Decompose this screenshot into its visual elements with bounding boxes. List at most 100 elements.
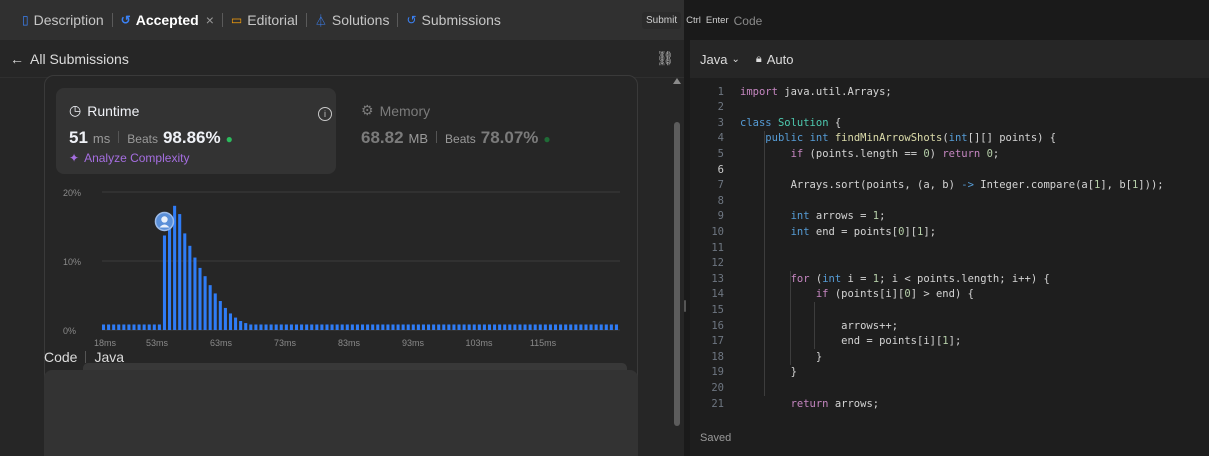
submit-button[interactable]: Submit [642,12,682,29]
chart-bar[interactable] [614,324,618,330]
chart-bar[interactable] [127,324,131,330]
chart-bar[interactable] [325,324,329,330]
chart-bar[interactable] [442,324,446,330]
chart-bar[interactable] [345,324,349,330]
scrollbar[interactable] [673,78,681,456]
code-editor[interactable]: 1 import java.util.Arrays; 2 3 class Solutio… [690,78,1209,424]
chart-bar[interactable] [538,324,542,330]
chart-bar[interactable] [386,324,390,330]
chart-bar[interactable] [269,324,273,330]
chart-bar[interactable] [508,324,512,330]
chart-bar[interactable] [452,324,456,330]
chart-bar[interactable] [513,324,517,330]
chart-bar[interactable] [218,301,222,330]
chart-bar[interactable] [411,324,415,330]
code-line[interactable]: 7 Arrays.sort(points, (a, b) -> Integer.… [690,178,1209,193]
chart-bar[interactable] [259,324,263,330]
chart-bar[interactable] [472,324,476,330]
chart-bar[interactable] [112,324,116,330]
chart-bar[interactable] [401,324,405,330]
chart-bar[interactable] [249,324,253,330]
chart-bar[interactable] [482,324,486,330]
chart-bar[interactable] [589,324,593,330]
chart-bar[interactable] [300,324,304,330]
code-line[interactable]: 4 public int findMinArrowShots(int[][] p… [690,131,1209,146]
code-line[interactable]: 6 [690,162,1209,177]
chart-bar[interactable] [594,324,598,330]
chart-bar[interactable] [391,324,395,330]
chart-bar[interactable] [503,324,507,330]
chart-bar[interactable] [396,324,400,330]
chart-bar[interactable] [457,324,461,330]
code-line[interactable]: 3 class Solution { [690,115,1209,130]
code-line[interactable]: 1 import java.util.Arrays; [690,84,1209,99]
chart-bar[interactable] [142,324,146,330]
chart-bar[interactable] [279,324,283,330]
chart-bar[interactable] [381,324,385,330]
code-line[interactable]: 8 [690,193,1209,208]
chart-bar[interactable] [487,324,492,330]
chart-bar[interactable] [183,233,187,330]
chart-bar[interactable] [462,324,466,330]
chart-bar[interactable] [406,324,410,330]
chart-bar[interactable] [102,324,106,330]
chart-bar[interactable] [432,324,436,330]
code-line[interactable]: 16 arrows++; [690,318,1209,333]
chart-bar[interactable] [340,324,344,330]
chart-bar[interactable] [366,324,370,330]
code-line[interactable]: 17 end = points[i][1]; [690,334,1209,349]
chart-bar[interactable] [152,324,156,330]
link-icon[interactable]: ⛓ [656,50,674,67]
code-line[interactable]: 19 } [690,365,1209,380]
chart-bar[interactable] [162,235,166,330]
chart-bar[interactable] [559,324,563,330]
chart-bar[interactable] [604,324,608,330]
chart-bar[interactable] [564,324,568,330]
chart-bar[interactable] [528,324,532,330]
code-line[interactable]: 21 return arrows; [690,396,1209,411]
chart-bar[interactable] [355,324,359,330]
chart-bar[interactable] [421,324,425,330]
chart-bar[interactable] [264,324,268,330]
code-line[interactable]: 10 int end = points[0][1]; [690,224,1209,239]
chart-bar[interactable] [599,324,603,330]
chart-bar[interactable] [223,307,227,330]
tab-editorial[interactable]: ▭ Editorial [231,12,298,28]
chart-bar[interactable] [523,324,527,330]
chart-bar[interactable] [228,313,233,330]
chart-bar[interactable] [498,324,502,330]
chart-bar[interactable] [584,324,588,330]
scroll-thumb[interactable] [674,122,680,426]
chart-bar[interactable] [477,324,481,330]
chart-bar[interactable] [157,324,161,330]
chart-bar[interactable] [533,324,537,330]
code-line[interactable]: 11 [690,240,1209,255]
chart-bar[interactable] [574,324,578,330]
close-icon[interactable]: × [206,12,214,28]
chart-bar[interactable] [447,324,451,330]
chart-bar[interactable] [467,324,471,330]
chart-bar[interactable] [274,324,278,330]
chart-bar[interactable] [548,324,552,330]
chart-bar[interactable] [107,324,111,330]
chart-bar[interactable] [330,324,334,330]
chart-bar[interactable] [320,324,324,330]
code-line[interactable]: 13 for (int i = 1; i < points.length; i+… [690,271,1209,286]
tab-description[interactable]: ▯ Description [22,12,104,28]
code-line[interactable]: 5 if (points.length == 0) return 0; [690,146,1209,161]
chart-bar[interactable] [335,324,339,330]
tab-accepted[interactable]: ↺ Accepted × [121,12,214,28]
chart-bar[interactable] [208,285,212,330]
auto-mode[interactable]: 🔒︎ Auto [756,52,794,67]
chart-bar[interactable] [310,324,314,330]
code-line[interactable]: 2 [690,100,1209,115]
code-line[interactable]: 14 if (points[i][0] > end) { [690,287,1209,302]
all-submissions-button[interactable]: ← All Submissions [10,51,129,67]
chart-bar[interactable] [427,324,431,330]
chart-bar[interactable] [579,324,583,330]
chart-bar[interactable] [350,324,354,330]
code-line[interactable]: 15 [690,302,1209,317]
chart-bar[interactable] [193,257,197,330]
chart-bar[interactable] [294,324,299,330]
chart-bar[interactable] [437,324,441,330]
